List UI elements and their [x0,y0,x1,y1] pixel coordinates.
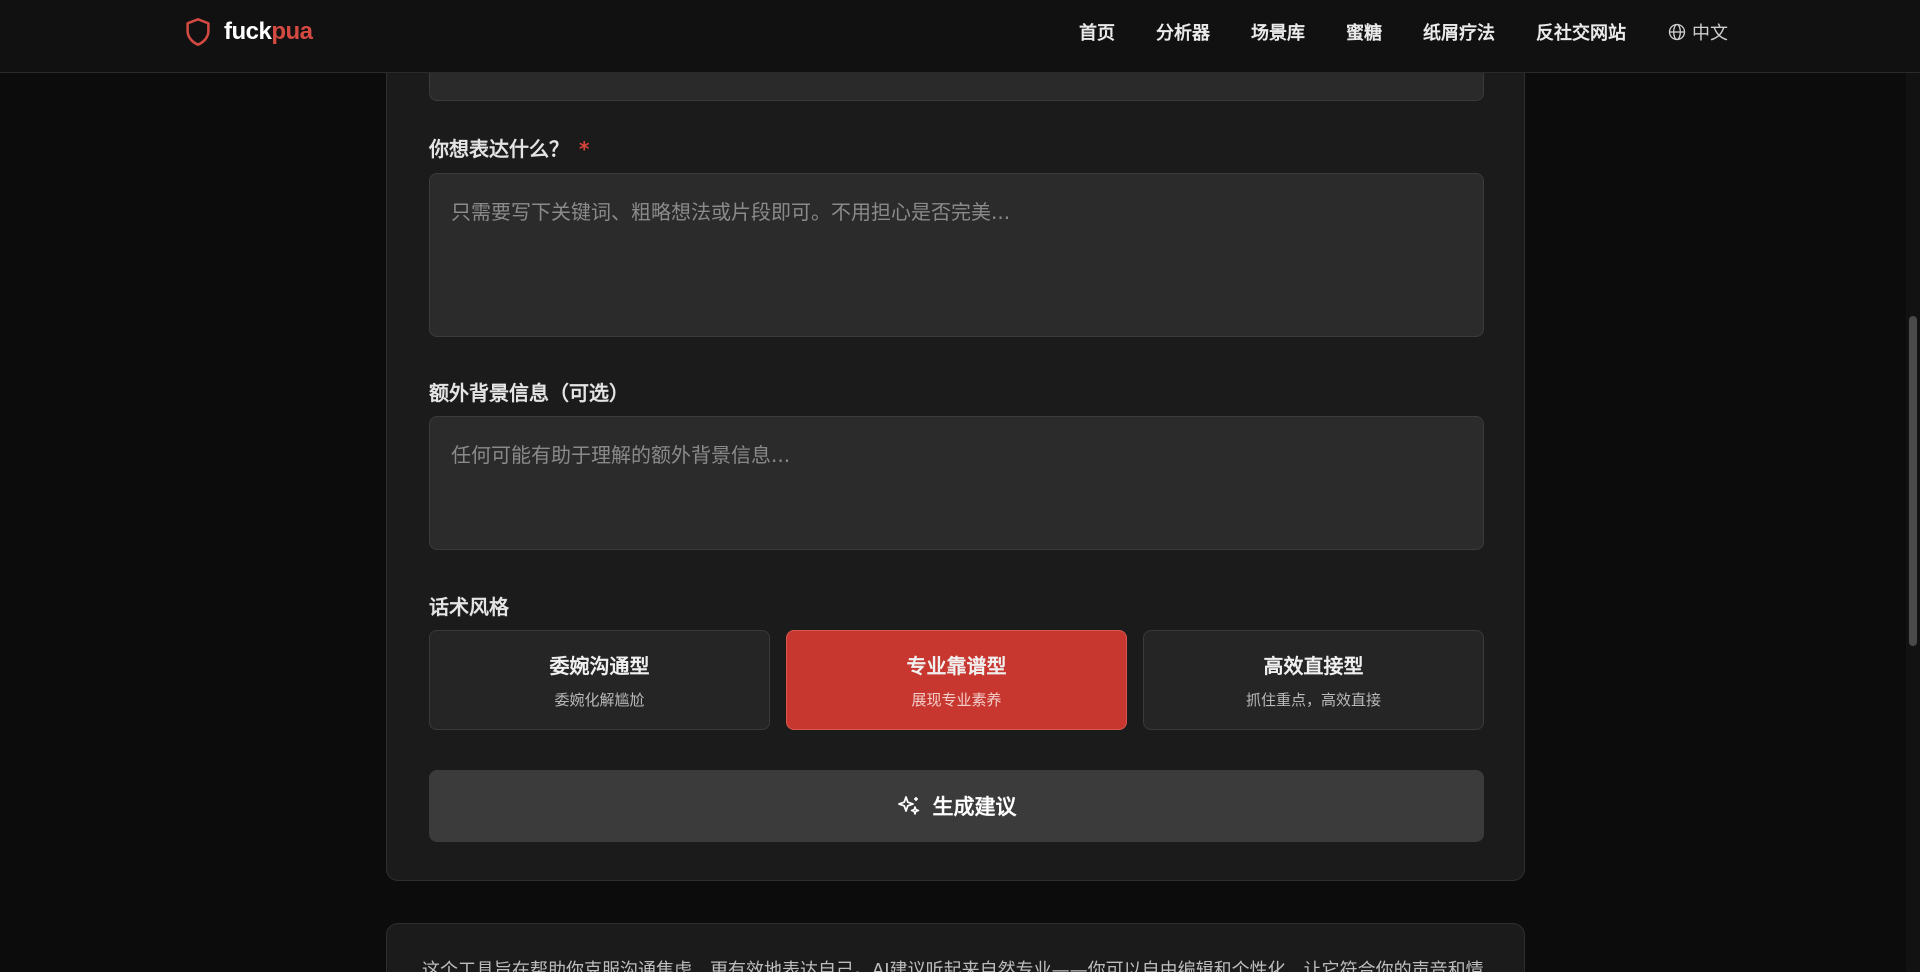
context-textarea[interactable]: 任何可能有助于理解的额外背景信息... [429,416,1484,550]
page-scrollbar[interactable] [1906,73,1920,972]
style-option-tactful[interactable]: 委婉沟通型 委婉化解尴尬 [429,630,770,730]
main-nav: 首页 分析器 场景库 蜜糖 纸屑疗法 反社交网站 中文 [1079,0,1728,64]
scrollbar-thumb[interactable] [1909,316,1917,646]
top-navbar: fuckpua 首页 分析器 场景库 蜜糖 纸屑疗法 反社交网站 中文 [0,0,1920,73]
style-options: 委婉沟通型 委婉化解尴尬 专业靠谱型 展现专业素养 高效直接型 抓住重点，高效直… [429,630,1484,730]
style-subtitle: 抓住重点，高效直接 [1245,691,1381,709]
shield-icon [186,18,210,46]
style-option-professional[interactable]: 专业靠谱型 展现专业素养 [786,630,1127,730]
nav-analyzer[interactable]: 分析器 [1156,19,1210,45]
generate-label: 生成建议 [932,795,1017,819]
express-placeholder: 只需要写下关键词、粗略想法或片段即可。不用担心是否完美... [451,200,1011,224]
nav-honey[interactable]: 蜜糖 [1346,19,1382,45]
style-subtitle: 展现专业素养 [911,691,1002,709]
language-label: 中文 [1692,23,1728,44]
context-placeholder: 任何可能有助于理解的额外背景信息... [451,443,791,467]
style-title: 高效直接型 [1263,654,1364,678]
brand-logo[interactable]: fuckpua [184,16,313,48]
sparkles-icon [897,796,919,815]
context-label: 额外背景信息（可选） [429,381,629,405]
info-note-card: 这个工具旨在帮助你克服沟通焦虑，更有效地表达自己。AI建议听起来自然专业——你可… [386,923,1525,972]
style-option-direct[interactable]: 高效直接型 抓住重点，高效直接 [1143,630,1484,730]
info-note-text: 这个工具旨在帮助你克服沟通焦虑，更有效地表达自己。AI建议听起来自然专业——你可… [422,960,1484,972]
style-title: 委婉沟通型 [549,654,650,678]
style-subtitle: 委婉化解尴尬 [554,691,645,709]
express-label: 你想表达什么？ * [429,137,590,161]
form-card: 你想表达什么？ * 只需要写下关键词、粗略想法或片段即可。不用担心是否完美... … [386,40,1525,881]
language-switcher[interactable]: 中文 [1667,19,1728,45]
nav-paper-therapy[interactable]: 纸屑疗法 [1423,19,1495,45]
style-title: 专业靠谱型 [906,654,1007,678]
globe-icon [1668,23,1686,41]
nav-scenarios[interactable]: 场景库 [1251,19,1305,45]
generate-button[interactable]: 生成建议 [429,770,1484,842]
nav-anti-social[interactable]: 反社交网站 [1536,19,1626,45]
brand-name: fuckpua [224,18,313,45]
nav-home[interactable]: 首页 [1079,19,1115,45]
express-textarea[interactable]: 只需要写下关键词、粗略想法或片段即可。不用担心是否完美... [429,173,1484,337]
required-mark: * [579,137,590,161]
style-label: 话术风格 [429,595,509,619]
